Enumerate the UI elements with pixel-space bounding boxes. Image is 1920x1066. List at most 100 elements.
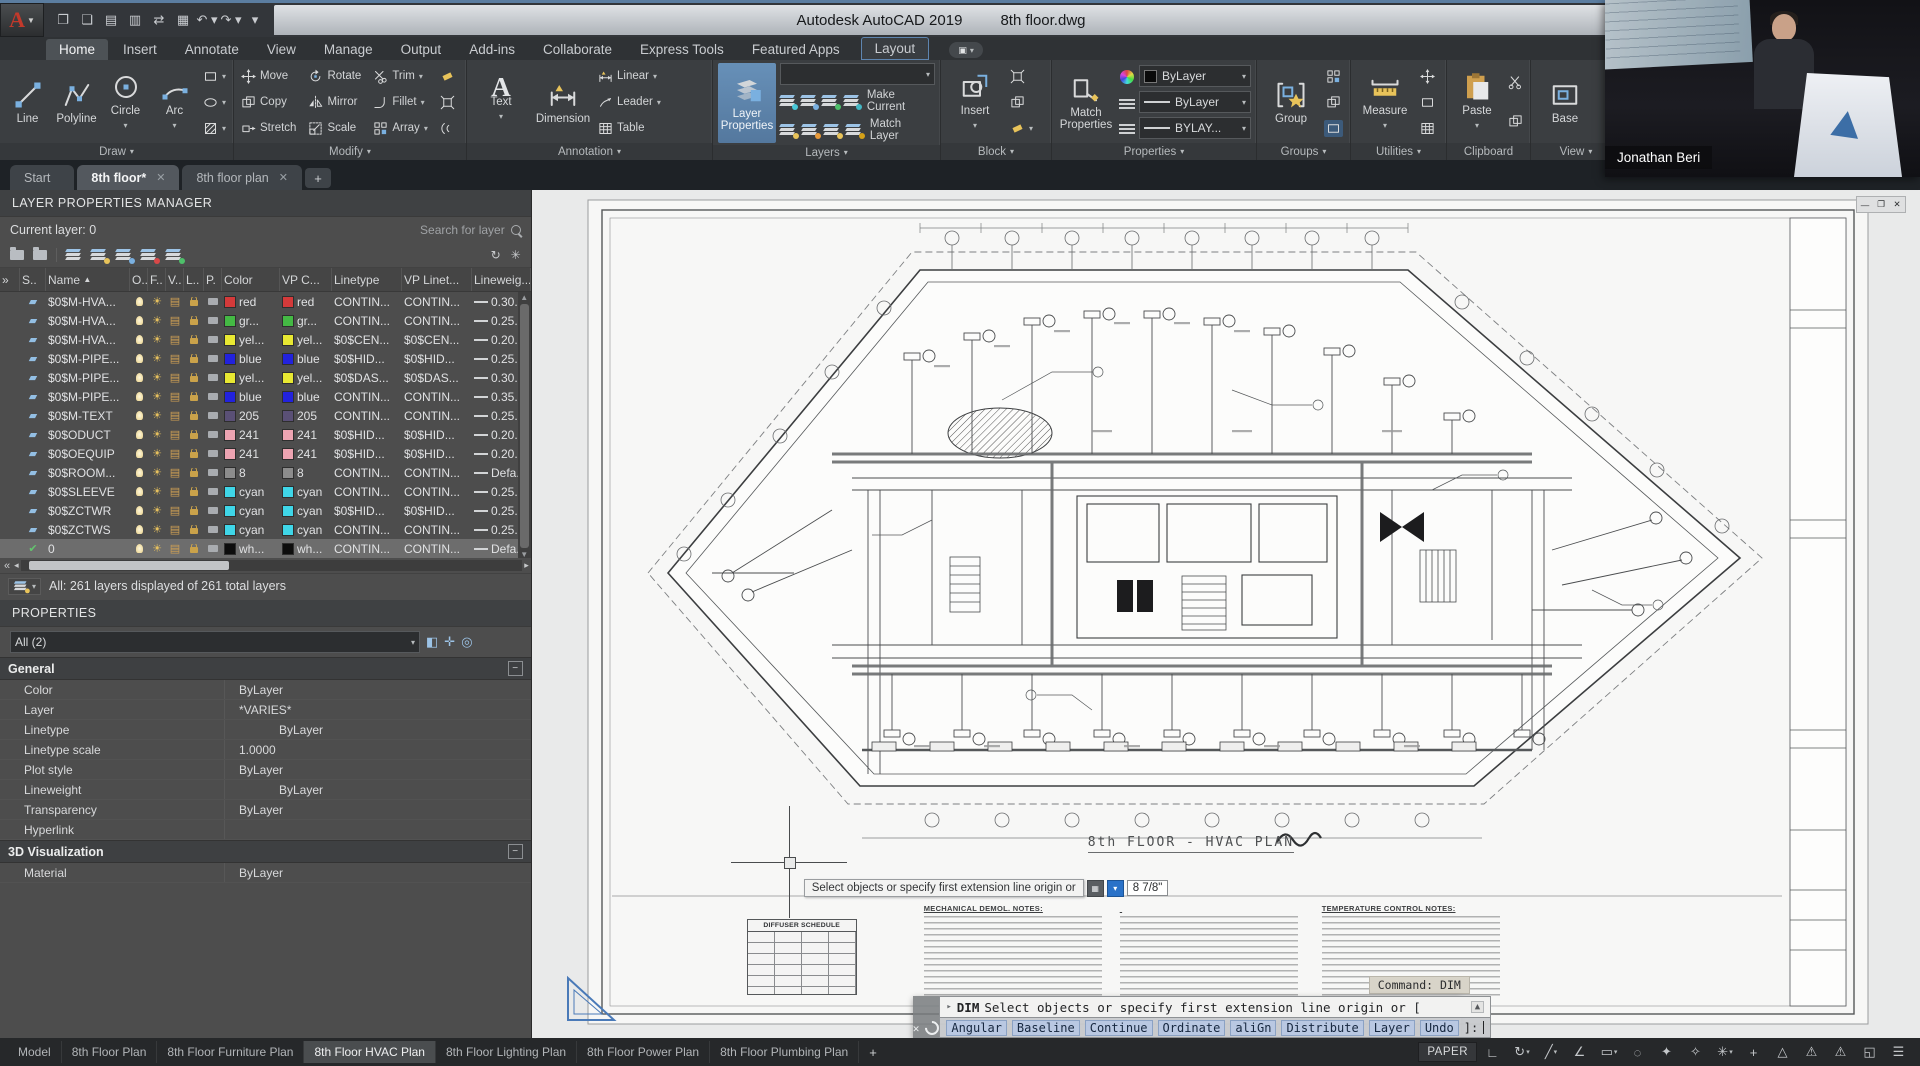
- command-option[interactable]: Angular: [946, 1020, 1007, 1036]
- layer-on-toggle[interactable]: [130, 468, 148, 477]
- layer-row[interactable]: ▰ $0$SLEEVE ☀ ▤ cyan cyan CONTIN... CONT…: [0, 482, 531, 501]
- layer-vp-color-cell[interactable]: blue: [280, 352, 332, 366]
- layer-vp-freeze-toggle[interactable]: ▤: [166, 485, 184, 498]
- move-tool[interactable]: Move: [239, 68, 298, 85]
- layer-vp-freeze-toggle[interactable]: ▤: [166, 504, 184, 517]
- ribbon-tab[interactable]: Layout: [861, 37, 930, 60]
- layer-table-header[interactable]: » S.. Name ▲ O.. F.. V.. L.. P. Color VP…: [0, 268, 531, 292]
- layer-vp-freeze-toggle[interactable]: ▤: [166, 447, 184, 460]
- group-select-icon[interactable]: [1324, 120, 1343, 137]
- layer-unisolate-icon[interactable]: [846, 124, 862, 137]
- save-as-icon[interactable]: ▥: [124, 9, 146, 31]
- base-view-tool[interactable]: Base: [1536, 63, 1594, 141]
- command-option[interactable]: Baseline: [1012, 1020, 1080, 1036]
- circle-tool[interactable]: Circle▾: [103, 63, 148, 141]
- rotate-tool[interactable]: Rotate: [306, 68, 363, 85]
- panel-draw-label[interactable]: Draw▾: [0, 143, 233, 160]
- layer-on-toggle[interactable]: [130, 487, 148, 496]
- property-row[interactable]: Hyperlink: [0, 820, 531, 840]
- layer-plot-toggle[interactable]: [204, 526, 222, 533]
- new-tab-button[interactable]: +: [305, 168, 331, 188]
- print-icon[interactable]: ▦: [172, 9, 194, 31]
- block-define-icon[interactable]: ▾: [1008, 120, 1035, 137]
- property-row[interactable]: Plot style ByLayer: [0, 760, 531, 780]
- layer-freeze-toggle[interactable]: ☀: [148, 314, 166, 327]
- layer-color-cell[interactable]: yel...: [222, 371, 280, 385]
- layer-color-cell[interactable]: 8: [222, 466, 280, 480]
- stretch-tool[interactable]: Stretch: [239, 120, 298, 137]
- linear-dimension-tool[interactable]: Linear▾: [596, 68, 663, 85]
- settings-icon[interactable]: ✳: [511, 248, 521, 262]
- rectangle-tool[interactable]: ▾: [201, 68, 228, 85]
- lineweight-dropdown[interactable]: ByLayer▾: [1139, 91, 1251, 113]
- layer-plot-toggle[interactable]: [204, 393, 222, 400]
- layer-plot-toggle[interactable]: [204, 355, 222, 362]
- customization-plus-icon[interactable]: +: [1741, 1042, 1767, 1062]
- layer-lock-icon[interactable]: [822, 95, 837, 108]
- layer-on-toggle[interactable]: [130, 449, 148, 458]
- layer-plot-toggle[interactable]: [204, 298, 222, 305]
- layer-on-toggle[interactable]: [130, 373, 148, 382]
- layer-freeze-toggle[interactable]: ☀: [148, 409, 166, 422]
- file-tab[interactable]: 8th floor* ✕: [77, 165, 179, 190]
- layer-lock-toggle[interactable]: [184, 316, 204, 325]
- section-3d-visualization[interactable]: 3D Visualization−: [0, 840, 531, 863]
- ribbon-tab[interactable]: Annotate: [172, 39, 252, 60]
- layer-on-toggle[interactable]: [130, 525, 148, 534]
- new-file-icon[interactable]: ❐: [52, 9, 74, 31]
- layer-vp-color-cell[interactable]: 8: [280, 466, 332, 480]
- group-tool[interactable]: Group: [1262, 63, 1320, 141]
- color-wheel-icon[interactable]: [1120, 70, 1134, 84]
- autoscale-icon[interactable]: ✧: [1683, 1042, 1709, 1062]
- layer-row[interactable]: ▰ $0$M-PIPE... ☀ ▤ yel... yel... $0$DAS.…: [0, 368, 531, 387]
- command-option[interactable]: Layer: [1369, 1020, 1415, 1036]
- layer-color-cell[interactable]: yel...: [222, 333, 280, 347]
- mirror-tool[interactable]: Mirror: [306, 94, 363, 111]
- layer-plot-toggle[interactable]: [204, 545, 222, 552]
- layout-tab[interactable]: 8th Floor Furniture Plan: [157, 1041, 304, 1063]
- layer-lock-toggle[interactable]: [184, 449, 204, 458]
- section-general[interactable]: General−: [0, 657, 531, 680]
- layer-vp-freeze-toggle[interactable]: ▤: [166, 352, 184, 365]
- ungroup-icon[interactable]: [1324, 68, 1343, 85]
- save-icon[interactable]: ▤: [100, 9, 122, 31]
- layer-on-toggle[interactable]: [130, 411, 148, 420]
- panel-clipboard-label[interactable]: Clipboard: [1447, 143, 1530, 160]
- app-menu-button[interactable]: A ▼: [0, 3, 44, 37]
- paper-model-toggle[interactable]: PAPER: [1418, 1042, 1477, 1062]
- layer-vp-color-cell[interactable]: red: [280, 295, 332, 309]
- ribbon-tab[interactable]: Featured Apps: [739, 39, 853, 60]
- layer-color-cell[interactable]: cyan: [222, 504, 280, 518]
- layer-lock-toggle[interactable]: [184, 411, 204, 420]
- command-option[interactable]: Ordinate: [1158, 1020, 1226, 1036]
- clean-screen-icon[interactable]: ◱: [1857, 1042, 1883, 1062]
- layer-plot-toggle[interactable]: [204, 336, 222, 343]
- quick-select-icon[interactable]: ◎: [461, 634, 472, 650]
- layer-lock-toggle[interactable]: [184, 544, 204, 553]
- property-row[interactable]: Transparency ByLayer: [0, 800, 531, 820]
- layer-color-cell[interactable]: 205: [222, 409, 280, 423]
- layer-vp-color-cell[interactable]: 241: [280, 447, 332, 461]
- layer-freeze-toggle[interactable]: ☀: [148, 466, 166, 479]
- layer-color-cell[interactable]: 241: [222, 428, 280, 442]
- layer-vp-freeze-toggle[interactable]: ▤: [166, 428, 184, 441]
- record-button[interactable]: ▣▾: [949, 42, 983, 58]
- file-tab[interactable]: 8th floor plan ✕: [182, 165, 302, 190]
- property-row[interactable]: Linetype scale 1.0000: [0, 740, 531, 760]
- grid-icon[interactable]: ∟: [1480, 1042, 1506, 1062]
- layer-row[interactable]: ▰ $0$ZCTWR ☀ ▤ cyan cyan $0$HID... $0$HI…: [0, 501, 531, 520]
- layer-color-cell[interactable]: wh...: [222, 542, 280, 556]
- layer-on-toggle[interactable]: [130, 430, 148, 439]
- delete-layer-icon[interactable]: [141, 249, 157, 262]
- array-tool[interactable]: Array▾: [371, 120, 430, 137]
- layer-off-icon[interactable]: [780, 95, 795, 108]
- fillet-tool[interactable]: Fillet▾: [371, 94, 430, 111]
- text-tool[interactable]: AText▾: [472, 63, 530, 141]
- explode-tool[interactable]: [438, 94, 457, 111]
- new-layer-frozen-icon[interactable]: [116, 249, 132, 262]
- line-tool[interactable]: Line: [5, 63, 50, 141]
- measure-tool[interactable]: Measure▾: [1356, 63, 1414, 141]
- layer-row[interactable]: ▰ $0$M-HVA... ☀ ▤ yel... yel... $0$CEN..…: [0, 330, 531, 349]
- layer-plot-toggle[interactable]: [204, 450, 222, 457]
- layer-row[interactable]: ▰ $0$M-HVA... ☀ ▤ red red CONTIN... CONT…: [0, 292, 531, 311]
